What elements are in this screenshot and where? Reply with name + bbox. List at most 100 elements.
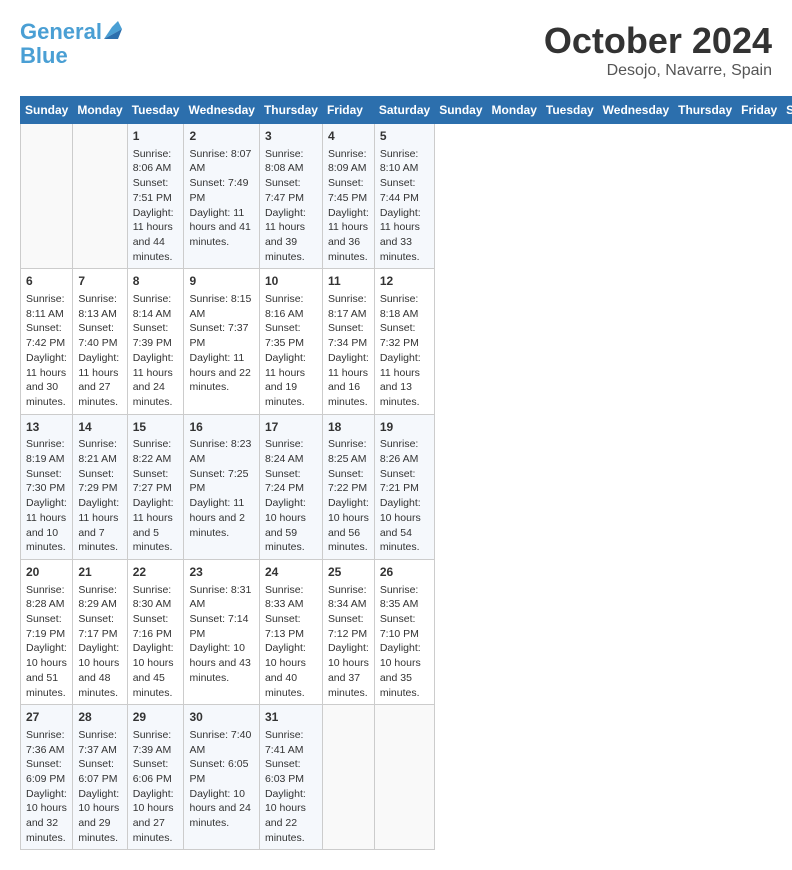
calendar-cell: 9 Sunrise: 8:15 AM Sunset: 7:37 PM Daylig… [184, 269, 259, 414]
logo-icon [104, 21, 122, 39]
cell-content: Sunrise: 8:08 AM Sunset: 7:47 PM Dayligh… [265, 147, 317, 265]
cell-content: Sunrise: 8:19 AM Sunset: 7:30 PM Dayligh… [26, 437, 67, 555]
header-tuesday: Tuesday [541, 97, 598, 124]
day-number: 1 [133, 128, 179, 145]
day-number: 13 [26, 419, 67, 436]
calendar-cell: 14Sunrise: 8:21 AM Sunset: 7:29 PM Dayli… [73, 414, 127, 559]
cell-content: Sunrise: 7:41 AM Sunset: 6:03 PM Dayligh… [265, 728, 317, 846]
calendar-cell: 29 Sunrise: 7:39 AM Sunset: 6:06 PM Dayli… [127, 705, 184, 850]
calendar-cell [374, 705, 434, 850]
calendar-cell: 5Sunrise: 8:10 AM Sunset: 7:44 PM Daylig… [374, 124, 434, 269]
day-number: 25 [328, 564, 369, 581]
logo-text: General [20, 20, 102, 44]
calendar-cell: 2Sunrise: 8:07 AM Sunset: 7:49 PM Daylig… [184, 124, 259, 269]
day-number: 17 [265, 419, 317, 436]
cell-content: Sunrise: 8:24 AM Sunset: 7:24 PM Dayligh… [265, 437, 317, 555]
calendar-cell: 27Sunrise: 7:36 AM Sunset: 6:09 PM Dayli… [21, 705, 73, 850]
calendar-cell [73, 124, 127, 269]
day-number: 16 [189, 419, 253, 436]
month-title: October 2024 [544, 20, 772, 62]
calendar-cell: 30 Sunrise: 7:40 AM Sunset: 6:05 PM Dayli… [184, 705, 259, 850]
cell-content: Sunrise: 8:26 AM Sunset: 7:21 PM Dayligh… [380, 437, 429, 555]
day-number: 30 [189, 709, 253, 726]
cell-content: Sunrise: 8:17 AM Sunset: 7:34 PM Dayligh… [328, 292, 369, 410]
calendar-cell: 1 Sunrise: 8:06 AM Sunset: 7:51 PM Daylig… [127, 124, 184, 269]
calendar-cell: 12Sunrise: 8:18 AM Sunset: 7:32 PM Dayli… [374, 269, 434, 414]
day-number: 9 [189, 273, 253, 290]
calendar-cell: 26Sunrise: 8:35 AM Sunset: 7:10 PM Dayli… [374, 559, 434, 704]
day-number: 22 [133, 564, 179, 581]
day-number: 4 [328, 128, 369, 145]
day-number: 5 [380, 128, 429, 145]
header-wednesday: Wednesday [184, 97, 259, 124]
cell-content: Sunrise: 8:33 AM Sunset: 7:13 PM Dayligh… [265, 583, 317, 701]
calendar-cell: 25 Sunrise: 8:34 AM Sunset: 7:12 PM Dayli… [322, 559, 374, 704]
calendar-cell: 11 Sunrise: 8:17 AM Sunset: 7:34 PM Dayli… [322, 269, 374, 414]
calendar-cell: 15Sunrise: 8:22 AM Sunset: 7:27 PM Dayli… [127, 414, 184, 559]
day-number: 19 [380, 419, 429, 436]
day-number: 20 [26, 564, 67, 581]
cell-content: Sunrise: 8:09 AM Sunset: 7:45 PM Dayligh… [328, 147, 369, 265]
cell-content: Sunrise: 8:15 AM Sunset: 7:37 PM Dayligh… [189, 292, 253, 395]
cell-content: Sunrise: 8:28 AM Sunset: 7:19 PM Dayligh… [26, 583, 67, 701]
cell-content: Sunrise: 7:36 AM Sunset: 6:09 PM Dayligh… [26, 728, 67, 846]
header-saturday: Saturday [782, 97, 792, 124]
day-number: 28 [78, 709, 121, 726]
calendar-cell: 24 Sunrise: 8:33 AM Sunset: 7:13 PM Dayli… [259, 559, 322, 704]
day-number: 24 [265, 564, 317, 581]
cell-content: Sunrise: 7:40 AM Sunset: 6:05 PM Dayligh… [189, 728, 253, 831]
day-number: 21 [78, 564, 121, 581]
day-number: 29 [133, 709, 179, 726]
location-title: Desojo, Navarre, Spain [544, 62, 772, 80]
cell-content: Sunrise: 8:31 AM Sunset: 7:14 PM Dayligh… [189, 583, 253, 686]
day-number: 11 [328, 273, 369, 290]
title-area: October 2024 Desojo, Navarre, Spain [544, 20, 772, 80]
calendar-cell: 22Sunrise: 8:30 AM Sunset: 7:16 PM Dayli… [127, 559, 184, 704]
cell-content: Sunrise: 8:21 AM Sunset: 7:29 PM Dayligh… [78, 437, 121, 555]
calendar-cell: 3 Sunrise: 8:08 AM Sunset: 7:47 PM Daylig… [259, 124, 322, 269]
calendar-cell [21, 124, 73, 269]
calendar-week-1: 1 Sunrise: 8:06 AM Sunset: 7:51 PM Daylig… [21, 124, 792, 269]
calendar-week-2: 6 Sunrise: 8:11 AM Sunset: 7:42 PM Daylig… [21, 269, 792, 414]
logo: General Blue [20, 20, 122, 68]
cell-content: Sunrise: 8:14 AM Sunset: 7:39 PM Dayligh… [133, 292, 179, 410]
day-number: 6 [26, 273, 67, 290]
calendar-table: SundayMondayTuesdayWednesdayThursdayFrid… [20, 96, 792, 850]
calendar-week-3: 13Sunrise: 8:19 AM Sunset: 7:30 PM Dayli… [21, 414, 792, 559]
cell-content: Sunrise: 8:07 AM Sunset: 7:49 PM Dayligh… [189, 147, 253, 250]
day-number: 31 [265, 709, 317, 726]
cell-content: Sunrise: 8:25 AM Sunset: 7:22 PM Dayligh… [328, 437, 369, 555]
cell-content: Sunrise: 7:39 AM Sunset: 6:06 PM Dayligh… [133, 728, 179, 846]
cell-content: Sunrise: 8:22 AM Sunset: 7:27 PM Dayligh… [133, 437, 179, 555]
calendar-cell: 20 Sunrise: 8:28 AM Sunset: 7:19 PM Dayli… [21, 559, 73, 704]
day-number: 7 [78, 273, 121, 290]
calendar-cell: 7 Sunrise: 8:13 AM Sunset: 7:40 PM Daylig… [73, 269, 127, 414]
header-sunday: Sunday [435, 97, 487, 124]
cell-content: Sunrise: 7:37 AM Sunset: 6:07 PM Dayligh… [78, 728, 121, 846]
calendar-cell: 13Sunrise: 8:19 AM Sunset: 7:30 PM Dayli… [21, 414, 73, 559]
cell-content: Sunrise: 8:34 AM Sunset: 7:12 PM Dayligh… [328, 583, 369, 701]
calendar-week-5: 27Sunrise: 7:36 AM Sunset: 6:09 PM Dayli… [21, 705, 792, 850]
calendar-cell: 21Sunrise: 8:29 AM Sunset: 7:17 PM Dayli… [73, 559, 127, 704]
calendar-cell: 19Sunrise: 8:26 AM Sunset: 7:21 PM Dayli… [374, 414, 434, 559]
calendar-cell: 16Sunrise: 8:23 AM Sunset: 7:25 PM Dayli… [184, 414, 259, 559]
header-monday: Monday [73, 97, 127, 124]
calendar-cell: 8 Sunrise: 8:14 AM Sunset: 7:39 PM Daylig… [127, 269, 184, 414]
header-thursday: Thursday [259, 97, 322, 124]
day-number: 12 [380, 273, 429, 290]
calendar-cell [322, 705, 374, 850]
header-friday: Friday [322, 97, 374, 124]
cell-content: Sunrise: 8:13 AM Sunset: 7:40 PM Dayligh… [78, 292, 121, 410]
cell-content: Sunrise: 8:06 AM Sunset: 7:51 PM Dayligh… [133, 147, 179, 265]
day-number: 3 [265, 128, 317, 145]
header-thursday: Thursday [674, 97, 737, 124]
cell-content: Sunrise: 8:23 AM Sunset: 7:25 PM Dayligh… [189, 437, 253, 540]
cell-content: Sunrise: 8:35 AM Sunset: 7:10 PM Dayligh… [380, 583, 429, 701]
header-wednesday: Wednesday [598, 97, 673, 124]
cell-content: Sunrise: 8:11 AM Sunset: 7:42 PM Dayligh… [26, 292, 67, 410]
day-number: 8 [133, 273, 179, 290]
calendar-cell: 23Sunrise: 8:31 AM Sunset: 7:14 PM Dayli… [184, 559, 259, 704]
page-header: General Blue October 2024 Desojo, Navarr… [20, 20, 772, 80]
logo-blue: Blue [20, 44, 68, 68]
calendar-cell: 28 Sunrise: 7:37 AM Sunset: 6:07 PM Dayli… [73, 705, 127, 850]
